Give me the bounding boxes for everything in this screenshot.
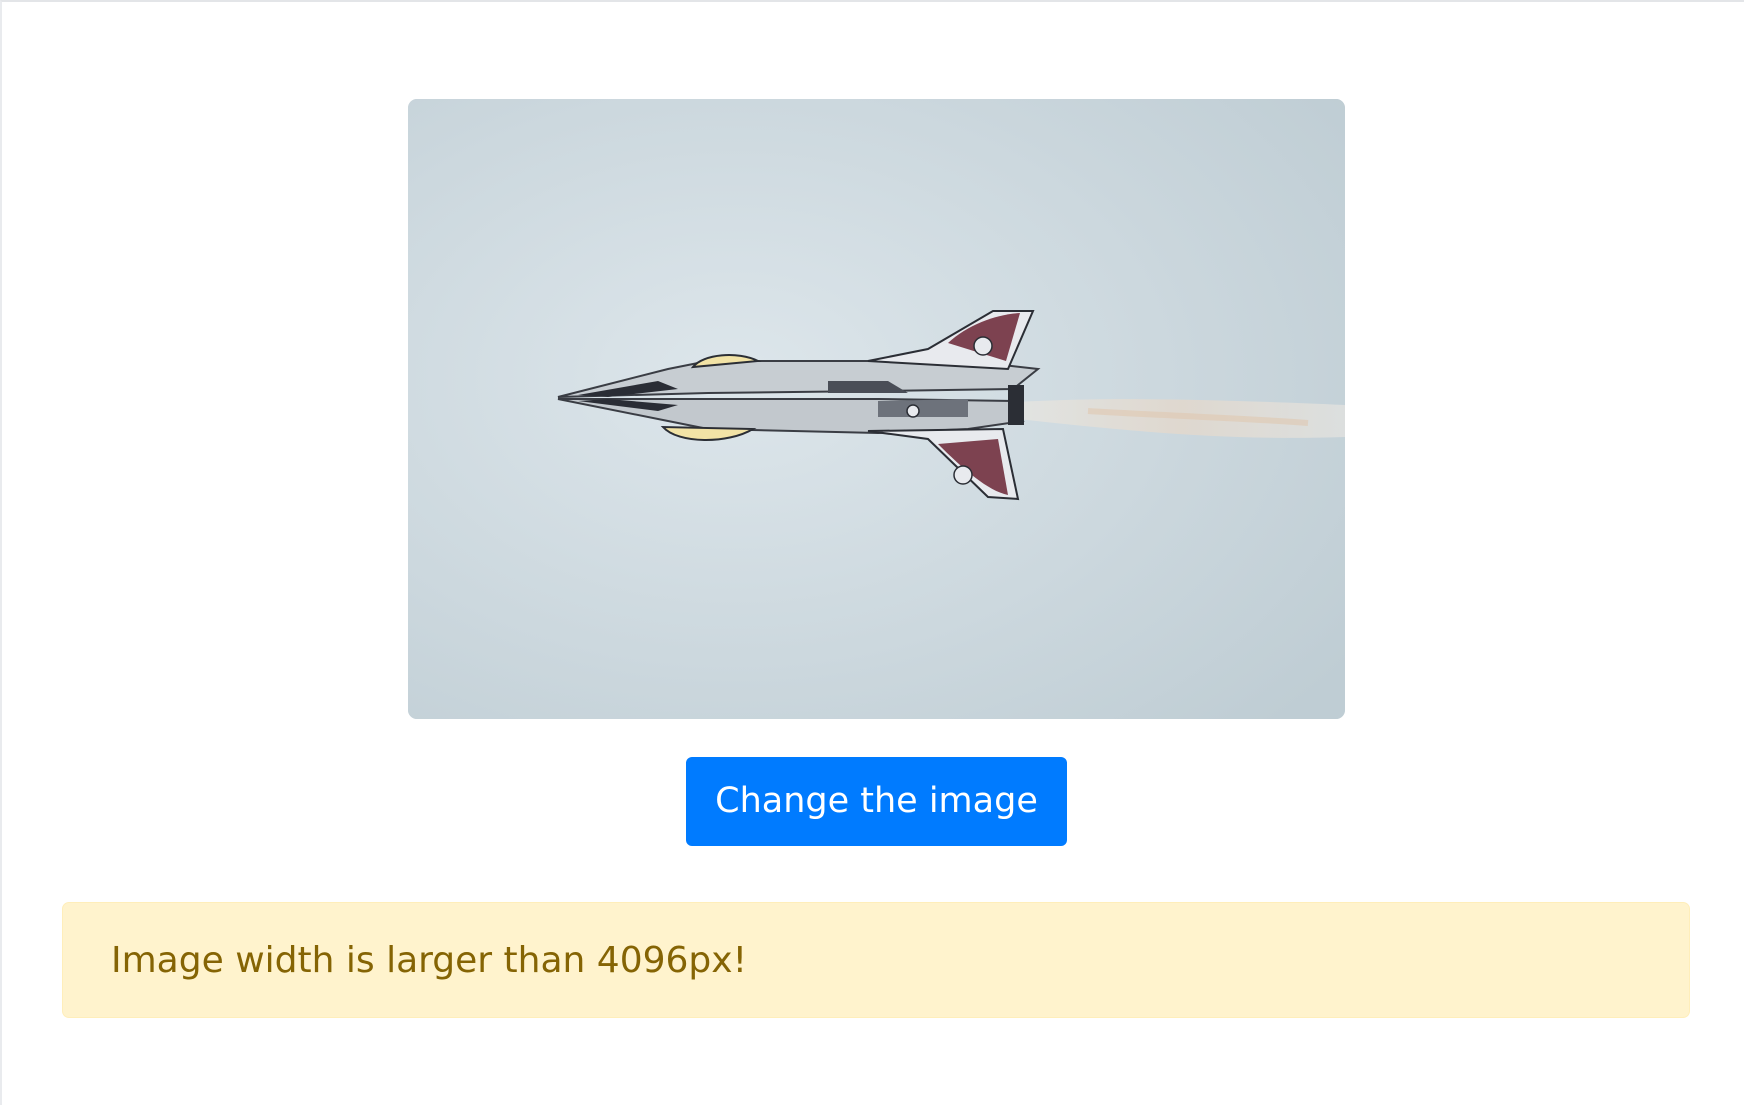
warning-alert: Image width is larger than 4096px! bbox=[62, 902, 1690, 1018]
change-image-button[interactable]: Change the image bbox=[686, 757, 1067, 846]
image-preview bbox=[408, 99, 1345, 719]
page-frame: Change the image Image width is larger t… bbox=[0, 0, 1744, 1105]
jet-aircraft-photo bbox=[408, 99, 1345, 719]
alert-message: Image width is larger than 4096px! bbox=[111, 940, 747, 981]
